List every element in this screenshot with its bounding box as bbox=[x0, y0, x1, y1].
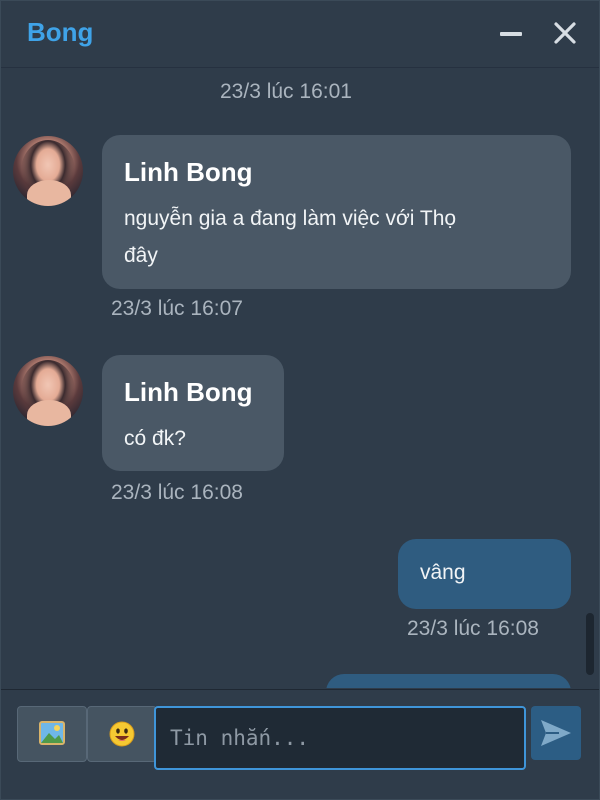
chat-title: Bong bbox=[27, 17, 94, 47]
avatar[interactable] bbox=[13, 136, 83, 206]
message-text: vâng bbox=[420, 561, 466, 584]
outgoing-message-bubble bbox=[326, 674, 571, 688]
close-icon bbox=[554, 22, 576, 44]
minus-icon bbox=[500, 32, 522, 36]
close-button[interactable] bbox=[547, 15, 583, 51]
message-text: nguyễn gia a đang làm việc với Thọ bbox=[124, 207, 457, 230]
sender-name: Linh Bong bbox=[124, 157, 253, 187]
message-text: có đk? bbox=[124, 427, 186, 450]
chat-window: Bong 23/3 lúc 16:01 Linh Bong nguyễn gia… bbox=[0, 0, 600, 800]
smiley-emoji-icon bbox=[109, 721, 135, 747]
message-time: 23/3 lúc 16:08 bbox=[407, 617, 539, 640]
image-icon bbox=[39, 721, 65, 745]
chat-header: Bong bbox=[1, 1, 599, 68]
sender-name: Linh Bong bbox=[124, 377, 253, 407]
minimize-button[interactable] bbox=[493, 15, 529, 51]
attach-image-button[interactable] bbox=[17, 706, 87, 762]
send-button[interactable] bbox=[531, 706, 581, 760]
message-text: đây bbox=[124, 244, 158, 267]
timestamp-divider: 23/3 lúc 16:01 bbox=[220, 80, 352, 103]
message-time: 23/3 lúc 16:08 bbox=[111, 481, 243, 504]
outgoing-message-bubble: vâng bbox=[398, 539, 571, 609]
send-arrow-icon bbox=[541, 720, 571, 746]
message-list[interactable]: 23/3 lúc 16:01 Linh Bong nguyễn gia a đa… bbox=[1, 68, 599, 688]
scrollbar[interactable] bbox=[586, 613, 594, 675]
incoming-message-bubble: Linh Bong nguyễn gia a đang làm việc với… bbox=[102, 135, 571, 289]
message-input[interactable] bbox=[154, 706, 526, 770]
avatar[interactable] bbox=[13, 356, 83, 426]
message-composer bbox=[1, 689, 599, 799]
message-time: 23/3 lúc 16:07 bbox=[111, 297, 243, 320]
incoming-message-bubble: Linh Bong có đk? bbox=[102, 355, 284, 471]
emoji-button[interactable] bbox=[87, 706, 157, 762]
